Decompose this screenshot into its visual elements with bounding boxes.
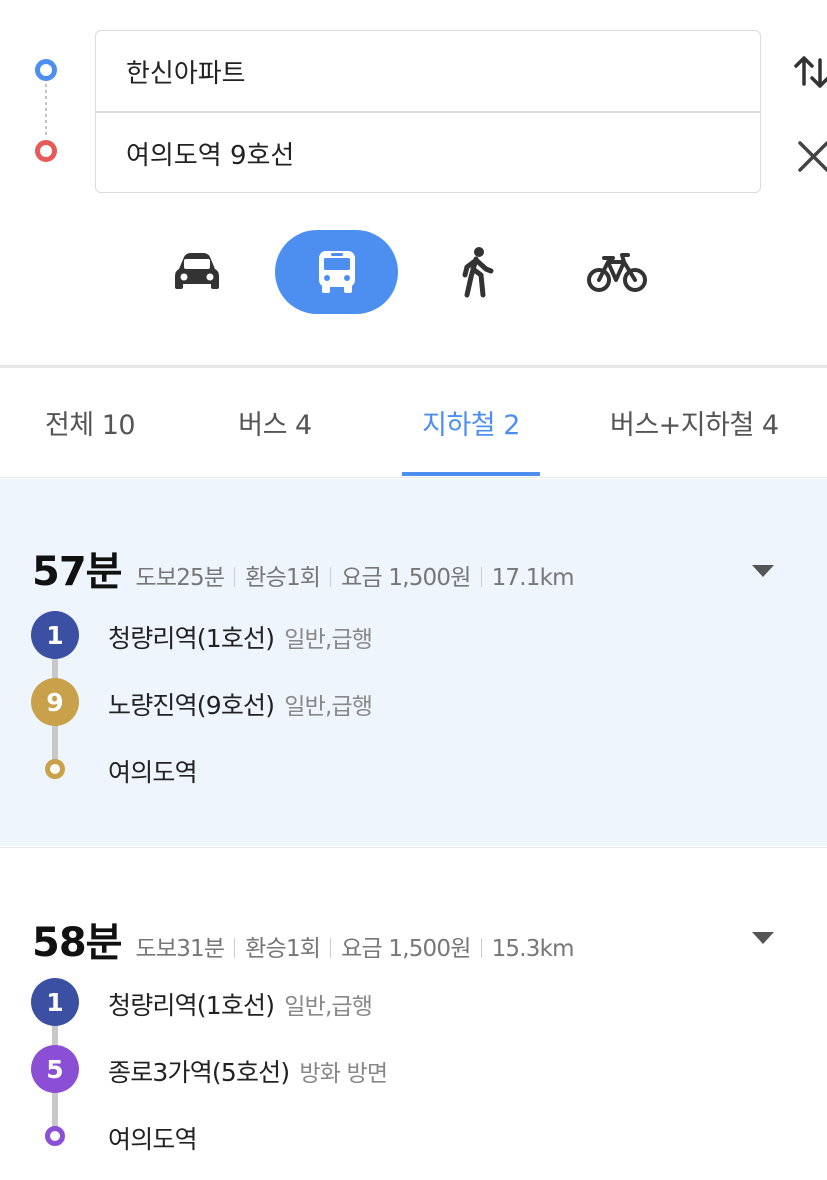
meta-separator — [480, 938, 482, 958]
route-duration: 58분 — [32, 920, 122, 966]
arrival-dot-icon — [45, 759, 65, 779]
arrival-dot-icon — [45, 1126, 65, 1146]
subway-line-5-badge: 5 — [31, 1045, 79, 1093]
swap-vertical-icon — [794, 56, 827, 88]
route-input-box — [95, 30, 761, 193]
train-type: 일반,급행 — [284, 694, 373, 720]
clear-button[interactable] — [790, 128, 827, 178]
train-type: 일반,급행 — [284, 627, 373, 653]
step-station: 청량리역(1호선) 일반,급행 — [108, 986, 373, 1022]
route-step: 1 청량리역(1호선) 일반,급행 — [0, 611, 827, 661]
route-step: 여의도역 — [0, 1112, 827, 1162]
tab-bus[interactable]: 버스 4 — [205, 368, 345, 476]
meta-separator — [330, 938, 332, 958]
subway-line-1-badge: 1 — [31, 611, 79, 659]
step-station: 여의도역 — [108, 753, 198, 789]
origin-input[interactable] — [96, 31, 760, 111]
train-type: 일반,급행 — [284, 994, 373, 1020]
tab-subway[interactable]: 지하철 2 — [395, 368, 547, 476]
distance: 17.1km — [491, 565, 575, 591]
route-step: 9 노량진역(9호선) 일반,급행 — [0, 678, 827, 728]
chevron-down-icon[interactable] — [750, 930, 776, 946]
bus-icon — [318, 251, 355, 293]
step-station: 종로3가역(5호선) 방화 방면 — [108, 1053, 388, 1089]
mode-car-button[interactable] — [155, 230, 239, 314]
car-icon — [175, 253, 219, 289]
meta-separator — [234, 938, 236, 958]
station-name: 청량리역(1호선) — [108, 624, 275, 653]
step-station: 여의도역 — [108, 1120, 198, 1156]
travel-mode-selector — [0, 230, 827, 314]
bike-icon — [587, 253, 647, 292]
active-tab-indicator — [402, 472, 540, 476]
destination-input[interactable] — [96, 113, 760, 193]
walk-time: 도보25분 — [135, 565, 225, 591]
route-connector — [45, 84, 47, 136]
result-filter-tabs: 전체 10 버스 4 지하철 2 버스+지하철 4 — [0, 368, 827, 478]
route-duration: 57분 — [32, 549, 122, 595]
meta-separator — [330, 567, 332, 587]
meta-separator — [480, 567, 482, 587]
route-card[interactable]: 57분 도보25분 환승1회 요금 1,500원 17.1km 1 청량리역(1호선)… — [0, 479, 827, 846]
tab-bus-subway[interactable]: 버스+지하철 4 — [610, 368, 827, 476]
meta-separator — [234, 567, 236, 587]
station-name: 청량리역(1호선) — [108, 991, 275, 1020]
direction: 방화 방면 — [299, 1061, 388, 1087]
close-icon — [798, 141, 827, 172]
station-name: 노량진역(9호선) — [108, 691, 275, 720]
transfer-count: 환승1회 — [245, 936, 321, 962]
station-name: 여의도역 — [108, 758, 198, 787]
origin-marker-icon — [35, 59, 57, 81]
mode-bike-button[interactable] — [575, 230, 659, 314]
route-meta: 도보25분 환승1회 요금 1,500원 17.1km — [135, 558, 575, 592]
step-station: 청량리역(1호선) 일반,급행 — [108, 619, 373, 655]
fare: 요금 1,500원 — [341, 936, 471, 962]
walk-time: 도보31분 — [135, 936, 225, 962]
route-step: 1 청량리역(1호선) 일반,급행 — [0, 978, 827, 1028]
swap-button[interactable] — [790, 46, 827, 96]
step-station: 노량진역(9호선) 일반,급행 — [108, 686, 373, 722]
destination-marker-icon — [35, 140, 57, 162]
route-step: 5 종로3가역(5호선) 방화 방면 — [0, 1045, 827, 1095]
route-step: 여의도역 — [0, 745, 827, 795]
station-name: 여의도역 — [108, 1125, 198, 1154]
route-meta: 도보31분 환승1회 요금 1,500원 15.3km — [135, 929, 575, 963]
subway-line-9-badge: 9 — [31, 678, 79, 726]
walk-icon — [462, 247, 494, 298]
route-summary: 58분 도보31분 환승1회 요금 1,500원 15.3km — [32, 910, 575, 968]
station-name: 종로3가역(5호선) — [108, 1058, 290, 1087]
transfer-count: 환승1회 — [245, 565, 321, 591]
mode-walk-button[interactable] — [435, 230, 519, 314]
route-card[interactable]: 58분 도보31분 환승1회 요금 1,500원 15.3km 1 청량리역(1호선)… — [0, 847, 827, 1180]
subway-line-1-badge: 1 — [31, 978, 79, 1026]
distance: 15.3km — [491, 936, 575, 962]
tab-all[interactable]: 전체 10 — [20, 368, 160, 476]
route-summary: 57분 도보25분 환승1회 요금 1,500원 17.1km — [32, 539, 575, 597]
chevron-down-icon[interactable] — [750, 563, 776, 579]
route-search-panel — [0, 0, 827, 365]
mode-transit-button[interactable] — [275, 230, 398, 314]
fare: 요금 1,500원 — [341, 565, 471, 591]
